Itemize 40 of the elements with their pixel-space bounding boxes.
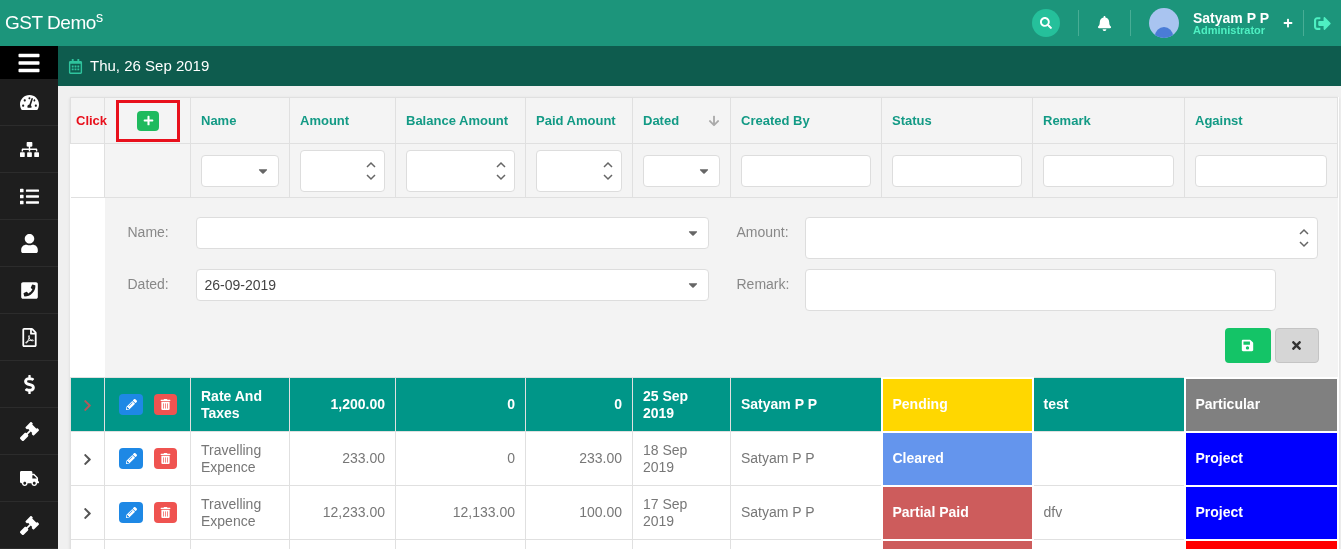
table-cell: Satyam P P <box>741 450 815 466</box>
table-cell: 0 <box>507 396 515 412</box>
field-label: Remark: <box>736 275 791 294</box>
column-header[interactable]: Name <box>201 110 237 131</box>
current-date: Thu, 26 Sep 2019 <box>90 55 210 76</box>
table-cell: 0 <box>507 450 515 466</box>
table-cell: Satyam P P <box>741 504 815 520</box>
status-cell: Cleared <box>881 431 1033 486</box>
table-cell: test <box>1043 396 1069 412</box>
user-name: Satyam P P <box>1193 10 1269 25</box>
table-cell: 25 Sep 2019 <box>643 387 689 421</box>
field-label: Name: <box>127 223 170 242</box>
dropdown-field[interactable]: 26-09-2019 <box>195 269 709 301</box>
table-cell: 100.00 <box>579 504 622 520</box>
app-title: GST Demo$^{s}$ <box>5 8 103 35</box>
column-header[interactable]: Dated <box>643 110 680 131</box>
table-cell: Travelling Expence <box>201 441 262 475</box>
table-cell: Rate And Taxes <box>201 387 262 421</box>
table-cell: 233.00 <box>342 450 385 466</box>
against-cell: Project <box>1184 485 1338 540</box>
status-cell: Pending <box>881 377 1033 432</box>
column-header[interactable]: Status <box>892 110 932 131</box>
table-cell: Travelling Expence <box>201 495 262 529</box>
against-cell: Project <box>1184 431 1338 486</box>
field-label: Amount: <box>736 223 790 242</box>
table-cell: 17 Sep 2019 <box>643 495 688 529</box>
against-cell: Particular <box>1184 377 1338 432</box>
table-cell: 233.00 <box>579 450 622 466</box>
table-cell: Satyam P P <box>741 396 817 412</box>
column-header[interactable]: Against <box>1195 110 1243 131</box>
hint-label: Click <box>75 113 108 128</box>
column-header[interactable]: Remark <box>1043 110 1091 131</box>
table-cell: 12,133.00 <box>452 504 515 520</box>
table-cell: dfv <box>1043 504 1063 520</box>
table-cell: 18 Sep 2019 <box>643 441 688 475</box>
table-cell: 0 <box>614 396 622 412</box>
status-cell: Partial Paid <box>881 485 1033 540</box>
field-label: Dated: <box>127 275 170 294</box>
table-cell: 1,200.00 <box>330 396 385 412</box>
table-cell: 12,233.00 <box>322 504 385 520</box>
